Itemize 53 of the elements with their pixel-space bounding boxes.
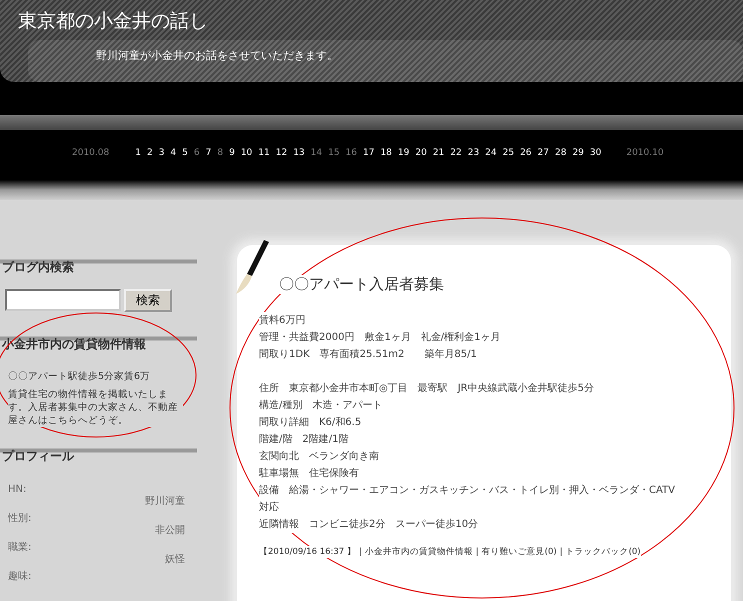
search-field[interactable]: [5, 289, 121, 311]
profile-value: 野川河童: [144, 496, 185, 508]
profile-label: 性別:: [8, 513, 32, 525]
calendar-day[interactable]: 20: [415, 148, 427, 158]
profile-label: HN:: [8, 484, 28, 496]
calendar-day[interactable]: 4: [170, 148, 176, 158]
category-description: 賃貸住宅の物件情報を掲載いたします。入居者募集中の大家さん、不動産屋さんはこちらへどうぞ。: [8, 388, 183, 427]
calendar-day: 8: [217, 148, 224, 158]
profile-value: 妖怪: [164, 554, 185, 566]
calendar-day[interactable]: 13: [293, 148, 305, 158]
calendar-day[interactable]: 17: [363, 148, 374, 158]
calendar-day[interactable]: 30: [590, 148, 602, 158]
calendar-day[interactable]: 23: [468, 148, 480, 158]
profile-value: 非公開: [154, 525, 185, 537]
search-button[interactable]: 検索: [124, 289, 172, 312]
calendar-day[interactable]: 22: [450, 148, 462, 158]
blog-title: 東京都の小金井の話し: [18, 9, 208, 34]
category-link[interactable]: 〇〇アパート駅徒歩5分家賃6万: [8, 370, 150, 383]
post-meta-link[interactable]: トラックバック(0): [566, 547, 641, 557]
next-month-link[interactable]: 2010.10: [626, 148, 664, 158]
calendar-day[interactable]: 29: [572, 148, 584, 158]
calendar-day[interactable]: 9: [229, 148, 235, 158]
post-meta-link[interactable]: 小金井市内の賃貸物件情報: [364, 547, 473, 557]
calendar-day: 15: [328, 148, 340, 158]
calendar-day[interactable]: 12: [276, 148, 288, 158]
calendar-day[interactable]: 5: [182, 148, 188, 158]
calendar-day[interactable]: 1: [135, 148, 141, 158]
calendar-day[interactable]: 19: [398, 148, 410, 158]
previous-month-link[interactable]: 2010.08: [72, 148, 110, 158]
calendar-day[interactable]: 10: [240, 148, 252, 158]
calendar-day[interactable]: 21: [432, 148, 444, 158]
calendar-day: 14: [310, 148, 322, 158]
blog-subtitle: 野川河童が小金井のお話をさせていただきます。: [96, 48, 338, 63]
calendar-day[interactable]: 28: [554, 148, 566, 158]
separator: |: [476, 547, 479, 557]
calendar-day: 6: [194, 148, 200, 158]
calendar-day[interactable]: 26: [520, 148, 532, 158]
profile-label: 趣味:: [8, 571, 32, 583]
calendar-day[interactable]: 11: [258, 148, 270, 158]
calendar-day[interactable]: 27: [538, 148, 549, 158]
calendar-day[interactable]: 2: [146, 148, 153, 158]
calendar-day[interactable]: 18: [380, 148, 392, 158]
calendar-day[interactable]: 24: [485, 148, 497, 158]
calendar-day[interactable]: 25: [502, 148, 514, 158]
separator: |: [358, 547, 362, 557]
post-title: 〇〇アパート入居者募集: [279, 275, 444, 294]
calendar-day: 16: [346, 148, 357, 158]
calendar-day[interactable]: 7: [206, 148, 212, 158]
post-meta-link[interactable]: 有り難いご意見(0): [482, 547, 557, 557]
post-date: 【2010/09/16 16:37 】: [259, 547, 356, 557]
separator: |: [560, 547, 563, 557]
calendar-day[interactable]: 3: [158, 148, 164, 158]
profile-label: 職業:: [8, 542, 32, 554]
